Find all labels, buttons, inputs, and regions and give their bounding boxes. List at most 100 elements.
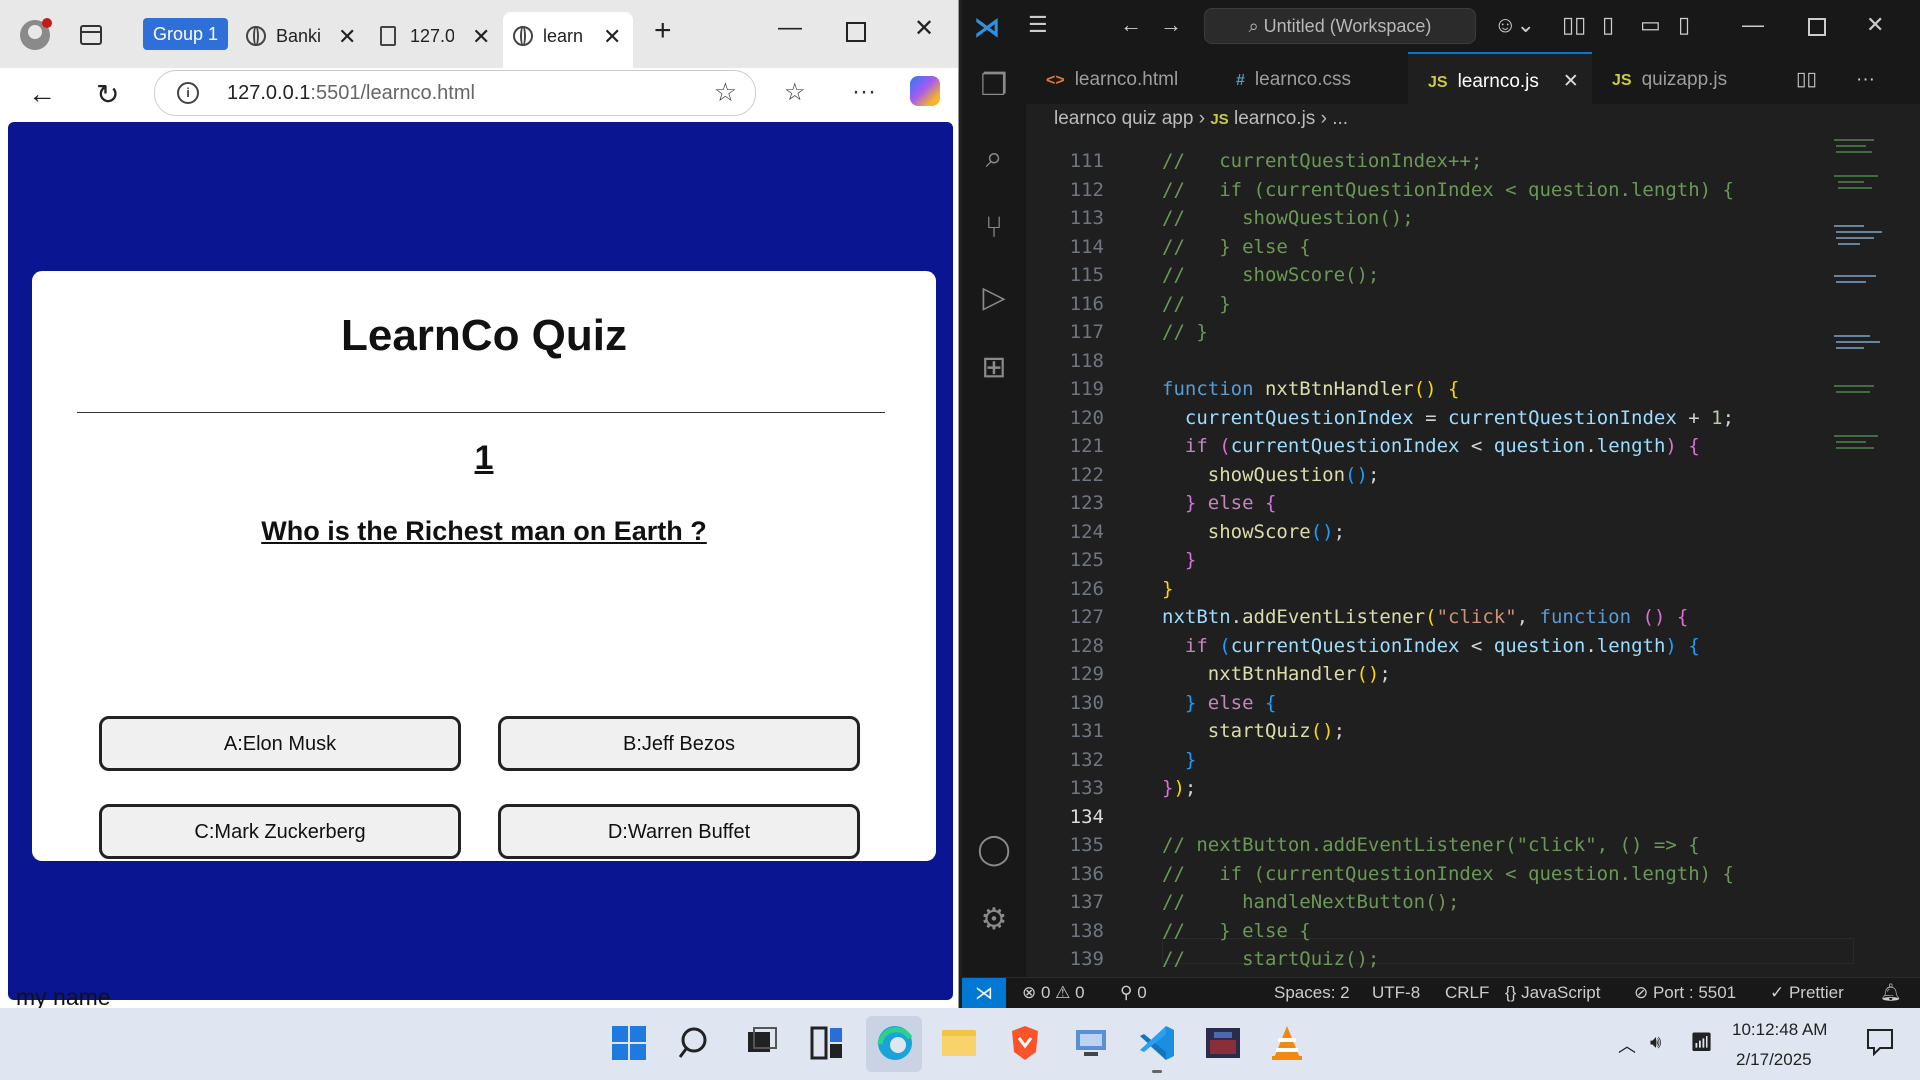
close-tab-icon[interactable]: ✕ bbox=[603, 24, 621, 50]
globe-icon bbox=[513, 26, 533, 46]
browser-tab-learnco[interactable]: learnco ✕ bbox=[503, 12, 633, 68]
browser-window: Group 1 Banking ✕ 127.0.0.1 ✕ learnco ✕ … bbox=[0, 0, 959, 1008]
brave-browser-icon[interactable] bbox=[1002, 1020, 1048, 1066]
breadcrumb-folder[interactable]: learnco quiz app bbox=[1054, 108, 1193, 129]
new-tab-button[interactable]: + bbox=[654, 14, 672, 48]
game-app-icon[interactable] bbox=[1200, 1020, 1246, 1066]
back-arrow-icon[interactable]: ← bbox=[28, 78, 56, 110]
tab-learnco-js[interactable]: JS learnco.js ✕ bbox=[1408, 52, 1592, 104]
search-icon[interactable]: ⌕ bbox=[976, 140, 1012, 176]
explorer-icon[interactable]: ❐ bbox=[976, 68, 1012, 104]
split-editor-icon[interactable]: ▯▯ bbox=[1796, 52, 1817, 104]
problems-indicator[interactable]: ⊗ 0 ⚠ 0 bbox=[1022, 983, 1085, 1003]
back-arrow-icon[interactable]: ← bbox=[1120, 12, 1142, 38]
file-explorer-icon[interactable] bbox=[936, 1020, 982, 1066]
settings-gear-icon[interactable]: ⚙ bbox=[976, 902, 1012, 938]
minimize-icon[interactable]: — bbox=[1742, 12, 1764, 38]
tab-label: learnco bbox=[543, 26, 583, 46]
line-number: 133 bbox=[1069, 777, 1104, 799]
name-text: my name bbox=[16, 984, 111, 1008]
tab-quizapp-js[interactable]: JS quizapp.js bbox=[1592, 52, 1762, 104]
start-windows-icon[interactable] bbox=[606, 1020, 652, 1066]
search-icon[interactable] bbox=[672, 1020, 718, 1066]
clock-time[interactable]: 10:12:48 AM bbox=[1732, 1020, 1827, 1040]
notifications-bell-icon[interactable]: 🔔︎ bbox=[1880, 983, 1902, 1003]
refresh-icon[interactable]: ↻ bbox=[96, 78, 119, 111]
live-server-port[interactable]: ⊘ Port : 5501 bbox=[1634, 983, 1736, 1003]
toggle-primary-sidebar-icon[interactable]: ▯ bbox=[1602, 12, 1614, 38]
minimize-icon[interactable]: — bbox=[778, 14, 802, 42]
run-debug-icon[interactable]: ▷ bbox=[976, 280, 1012, 316]
line-number: 117 bbox=[1069, 321, 1104, 343]
menu-icon[interactable]: ☰ bbox=[1028, 12, 1048, 38]
more-actions-icon[interactable]: ··· bbox=[1856, 52, 1875, 104]
clock-date[interactable]: 2/17/2025 bbox=[1736, 1050, 1812, 1070]
ports-indicator[interactable]: ⚲ 0 bbox=[1120, 983, 1147, 1003]
copilot-icon[interactable]: ☺⌄ bbox=[1494, 12, 1535, 38]
layout-customize-icon[interactable]: ▯▯ bbox=[1562, 12, 1586, 38]
line-number: 134 bbox=[1069, 806, 1104, 828]
copilot-icon[interactable] bbox=[910, 76, 940, 106]
answer-button-b[interactable]: B:Jeff Bezos bbox=[498, 716, 860, 771]
show-hidden-icons-chevron[interactable]: ︿ bbox=[1618, 1032, 1636, 1058]
tab-learnco-html[interactable]: <> learnco.html bbox=[1026, 52, 1218, 104]
close-tab-icon[interactable]: ✕ bbox=[338, 24, 356, 50]
volume-icon[interactable]: 🔊︎ bbox=[1650, 1032, 1661, 1053]
code-line: // } else { bbox=[1162, 236, 1311, 258]
vscode-taskbar-icon[interactable] bbox=[1134, 1020, 1180, 1066]
indentation-status[interactable]: Spaces: 2 bbox=[1274, 983, 1350, 1003]
tab-learnco-css[interactable]: # learnco.css bbox=[1216, 52, 1404, 104]
language-mode[interactable]: {} JavaScript bbox=[1505, 983, 1600, 1003]
favorites-icon[interactable]: ☆ bbox=[784, 78, 806, 107]
maximize-icon[interactable] bbox=[846, 22, 866, 42]
remote-desktop-icon[interactable] bbox=[1068, 1020, 1114, 1066]
close-icon[interactable]: ✕ bbox=[1866, 12, 1884, 38]
code-line: } bbox=[1184, 549, 1197, 571]
eol-status[interactable]: CRLF bbox=[1445, 983, 1489, 1003]
close-tab-icon[interactable]: ✕ bbox=[1563, 71, 1579, 92]
accounts-icon[interactable]: ◯ bbox=[976, 832, 1012, 868]
toggle-secondary-sidebar-icon[interactable]: ▯ bbox=[1678, 12, 1690, 38]
workspaces-icon[interactable] bbox=[80, 25, 102, 45]
command-center[interactable]: ⌕ Untitled (Workspace) bbox=[1204, 8, 1476, 44]
close-tab-icon[interactable]: ✕ bbox=[472, 24, 490, 50]
minimap[interactable] bbox=[1830, 135, 1900, 495]
forward-arrow-icon[interactable]: → bbox=[1160, 12, 1182, 38]
url-path: :5501/learnco.html bbox=[310, 82, 475, 104]
activity-bar: ❐ ⌕ ⑂ ▷ ⊞ ◯ ⚙ bbox=[962, 52, 1026, 977]
code-line: // nextButton.addEventListener("click", … bbox=[1162, 834, 1700, 856]
address-bar[interactable]: i 127.0.0.1:5501/learnco.html ☆ bbox=[154, 70, 756, 116]
source-control-icon[interactable]: ⑂ bbox=[976, 210, 1012, 246]
site-info-icon[interactable]: i bbox=[177, 82, 199, 104]
close-icon[interactable]: ✕ bbox=[914, 14, 934, 43]
favorite-star-icon[interactable]: ☆ bbox=[714, 77, 737, 108]
breadcrumb-file[interactable]: learnco.js bbox=[1234, 108, 1315, 129]
extensions-icon[interactable]: ⊞ bbox=[976, 350, 1012, 386]
breadcrumb-symbol[interactable]: ... bbox=[1332, 108, 1348, 129]
error-count: 0 bbox=[1040, 983, 1051, 1002]
tab-group-chip[interactable]: Group 1 bbox=[143, 18, 229, 50]
tab-label: learnco.css bbox=[1254, 69, 1352, 90]
widgets-icon[interactable] bbox=[804, 1020, 850, 1066]
prettier-status[interactable]: ✓ Prettier bbox=[1770, 983, 1844, 1003]
tab-label: quizapp.js bbox=[1641, 69, 1728, 90]
edge-browser-icon[interactable] bbox=[872, 1020, 918, 1066]
remote-window-icon[interactable]: ⋊ bbox=[962, 978, 1006, 1009]
browser-tab-banking[interactable]: Banking ✕ bbox=[236, 12, 364, 60]
toggle-panel-icon[interactable]: ▭ bbox=[1640, 12, 1661, 38]
notification-dot bbox=[42, 18, 52, 28]
task-view-icon[interactable] bbox=[738, 1020, 784, 1066]
url-text[interactable]: 127.0.0.1:5501/learnco.html bbox=[227, 82, 475, 105]
encoding-status[interactable]: UTF-8 bbox=[1372, 983, 1420, 1003]
wifi-icon[interactable]: 📶︎ bbox=[1690, 1032, 1713, 1053]
answer-button-c[interactable]: C:Mark Zuckerberg bbox=[99, 804, 461, 859]
code-line: startQuiz(); bbox=[1207, 720, 1346, 742]
more-options-icon[interactable]: ··· bbox=[852, 78, 876, 106]
answer-button-a[interactable]: A:Elon Musk bbox=[99, 716, 461, 771]
maximize-icon[interactable] bbox=[1808, 18, 1826, 36]
browser-tab-localhost[interactable]: 127.0.0.1 ✕ bbox=[370, 12, 498, 60]
vlc-icon[interactable] bbox=[1264, 1020, 1310, 1066]
code-editor[interactable]: 111 112 113 114 115 116 117 118 119 120 121 122 123 1… bbox=[1026, 132, 1856, 977]
notification-center-icon[interactable] bbox=[1862, 1024, 1898, 1060]
answer-button-d[interactable]: D:Warren Buffet bbox=[498, 804, 860, 859]
